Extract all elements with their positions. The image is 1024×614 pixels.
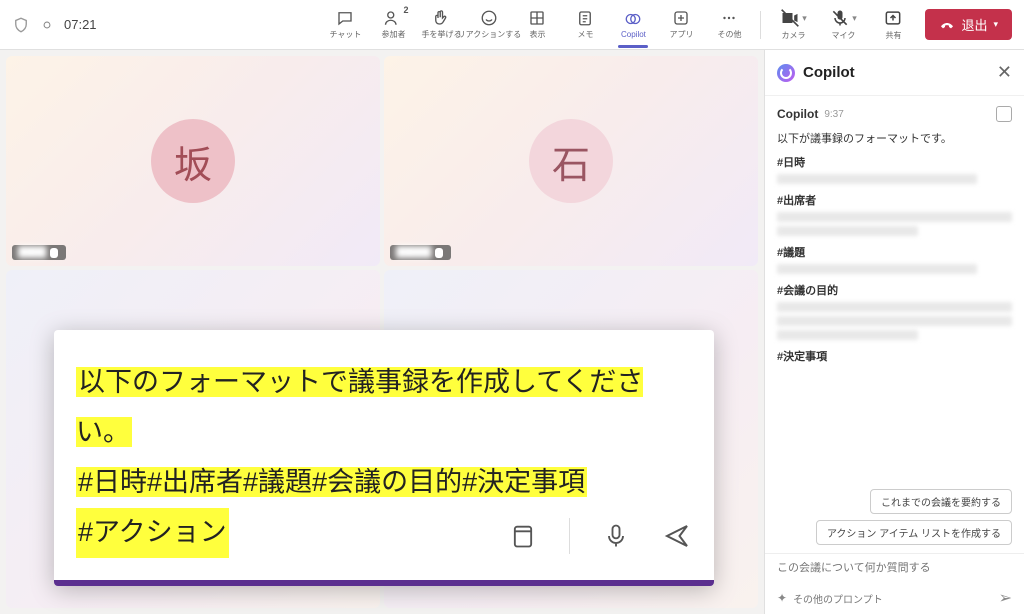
toolbar-react[interactable]: リアクションする	[466, 3, 512, 47]
send-icon[interactable]	[662, 521, 692, 551]
message-intro: 以下が議事録のフォーマットです。	[777, 130, 1012, 146]
meeting-timer: 07:21	[64, 17, 97, 32]
notebook-icon[interactable]	[509, 522, 537, 550]
more-icon	[720, 9, 738, 27]
phone-down-icon	[939, 17, 955, 33]
copilot-messages: Copilot 9:37 以下が議事録のフォーマットです。 #日時 #出席者 #…	[765, 96, 1024, 481]
message-time: 9:37	[824, 109, 843, 120]
mic-tiny-icon	[435, 248, 443, 258]
divider	[760, 11, 761, 39]
camera-control[interactable]: ▾ カメラ	[769, 8, 817, 41]
sparkle-icon[interactable]: ✦	[777, 591, 787, 605]
grid-icon	[528, 9, 546, 27]
apps-icon	[672, 9, 690, 27]
meeting-topbar: 07:21 チャット 2 参加者 手を挙げる リアクションする 表示 メモ	[0, 0, 1024, 50]
prompt-overlay-card: 以下のフォーマットで議事録を作成してください。 #日時#出席者#議題#会議の目的…	[54, 330, 714, 586]
avatar: 坂	[151, 119, 235, 203]
section-heading: #決定事項	[777, 348, 1012, 364]
recording-dot-icon	[40, 18, 54, 32]
more-prompts-link[interactable]: その他のプロンプト	[793, 591, 993, 606]
suggestion-chip[interactable]: これまでの会議を要約する	[870, 489, 1012, 514]
people-icon: 2	[384, 9, 402, 27]
toolbar-chat[interactable]: チャット	[322, 3, 368, 47]
suggestion-chip[interactable]: アクション アイテム リストを作成する	[816, 520, 1012, 545]
chevron-down-icon: ▾	[993, 19, 998, 30]
copilot-panel: Copilot ✕ Copilot 9:37 以下が議事録のフォーマットです。 …	[764, 50, 1024, 614]
send-icon[interactable]: ➢	[999, 588, 1012, 608]
camera-off-icon	[780, 8, 800, 28]
mic-off-icon	[830, 8, 850, 28]
message-sender: Copilot	[777, 107, 818, 121]
chevron-down-icon: ▾	[802, 13, 807, 24]
section-heading: #出席者	[777, 192, 1012, 208]
toolbar-apps[interactable]: アプリ	[658, 3, 704, 47]
toolbar-copilot[interactable]: Copilot	[610, 3, 656, 47]
participant-tile[interactable]: 坂 ████	[6, 56, 380, 266]
copilot-icon	[624, 10, 642, 28]
copilot-logo-icon	[777, 64, 795, 82]
hand-icon	[432, 9, 450, 27]
divider	[569, 518, 570, 554]
toolbar-participants[interactable]: 2 参加者	[370, 3, 416, 47]
copilot-input[interactable]	[777, 562, 1012, 574]
smile-icon	[480, 9, 498, 27]
notes-icon	[576, 9, 594, 27]
mic-control[interactable]: ▾ マイク	[819, 8, 867, 41]
section-heading: #会議の目的	[777, 282, 1012, 298]
mic-tiny-icon	[50, 248, 58, 258]
toolbar-notes[interactable]: メモ	[562, 3, 608, 47]
toolbar-view[interactable]: 表示	[514, 3, 560, 47]
share-control[interactable]: 共有	[869, 8, 917, 41]
prompt-text-line1: 以下のフォーマットで議事録を作成してください。	[76, 367, 643, 447]
section-heading: #議題	[777, 244, 1012, 260]
chevron-down-icon: ▾	[852, 13, 857, 24]
close-icon[interactable]: ✕	[997, 62, 1012, 83]
participant-name-tag: █████	[390, 245, 451, 260]
privacy-shield-icon[interactable]	[12, 16, 30, 34]
prompt-text-line3: #アクション	[76, 508, 229, 558]
participant-tile[interactable]: 石 █████	[384, 56, 758, 266]
prompt-text-line2: #日時#出席者#議題#会議の目的#決定事項	[76, 467, 587, 497]
microphone-icon[interactable]	[602, 522, 630, 550]
leave-button[interactable]: 退出 ▾	[925, 9, 1012, 40]
section-heading: #日時	[777, 154, 1012, 170]
copilot-panel-title: Copilot	[803, 64, 997, 81]
chat-icon	[336, 9, 354, 27]
participant-name-tag: ████	[12, 245, 66, 260]
toolbar-more[interactable]: その他	[706, 3, 752, 47]
avatar: 石	[529, 119, 613, 203]
copy-icon[interactable]	[996, 106, 1012, 122]
share-icon	[883, 8, 903, 28]
